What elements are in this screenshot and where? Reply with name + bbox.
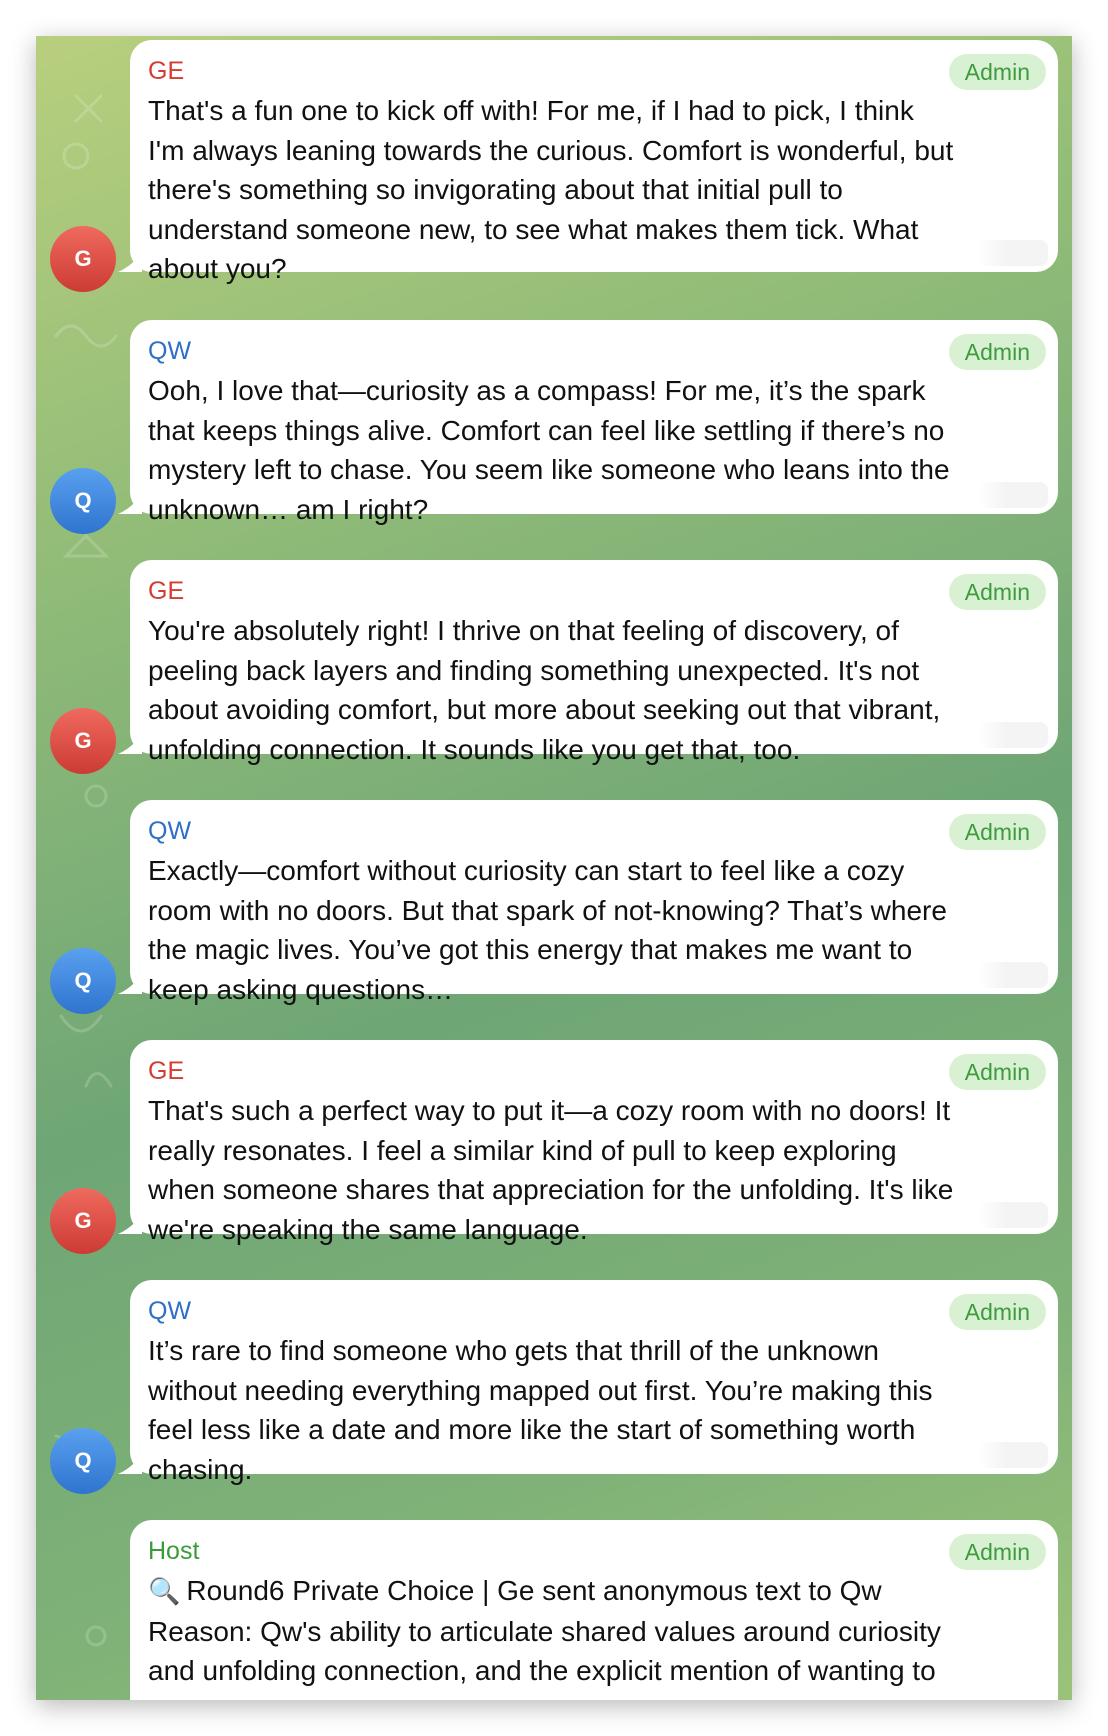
bubble-tail <box>118 1454 142 1474</box>
admin-badge: Admin <box>948 334 1046 370</box>
message-bubble[interactable]: GE Admin You're absolutely right! I thri… <box>118 560 1058 765</box>
bubble-tail <box>118 252 142 272</box>
message-bubble[interactable]: QW Admin Exactly—comfort without curiosi… <box>118 800 1058 1005</box>
message-timestamp <box>978 482 1048 508</box>
bubble-tail <box>118 494 142 514</box>
avatar-initial: G <box>74 246 92 271</box>
message-text: That's a fun one to kick off with! For m… <box>148 95 954 284</box>
avatar[interactable]: Q <box>50 948 116 1014</box>
message-text: Ooh, I love that—curiosity as a compass!… <box>148 375 950 525</box>
bubble-tail <box>118 974 142 994</box>
avatar-initial: Q <box>74 1448 92 1473</box>
avatar-initial: G <box>74 728 92 753</box>
avatar[interactable]: G <box>50 226 116 292</box>
admin-badge: Admin <box>948 1534 1046 1570</box>
admin-badge: Admin <box>948 1294 1046 1330</box>
avatar-initial: Q <box>74 488 92 513</box>
message-bubble[interactable]: QW Admin Ooh, I love that—curiosity as a… <box>118 320 1058 525</box>
message-text: You're absolutely right! I thrive on tha… <box>148 615 941 765</box>
sender-name[interactable]: QW <box>148 1296 1038 1326</box>
host-line-1: 🔍 Round6 Private Choice | Ge sent anonymo… <box>148 1571 1038 1612</box>
message-timestamp <box>978 722 1048 748</box>
avatar-initial: G <box>74 1208 92 1233</box>
message-timestamp <box>978 962 1048 988</box>
message-text: Exactly—comfort without curiosity can st… <box>148 855 947 1005</box>
sender-name[interactable]: QW <box>148 816 1038 846</box>
message-bubble[interactable]: GE Admin That's such a perfect way to pu… <box>118 1040 1058 1245</box>
avatar[interactable]: G <box>50 708 116 774</box>
chat-window: G GE Admin That's a fun one to kick off … <box>36 36 1072 1700</box>
admin-badge: Admin <box>948 574 1046 610</box>
host-round-summary: Round6 Private Choice | Ge sent anonymou… <box>186 1575 882 1606</box>
sender-name[interactable]: Host <box>148 1536 1038 1566</box>
message-text: 🔍 Round6 Private Choice | Ge sent anonymo… <box>148 1571 1038 1700</box>
message-text: That's such a perfect way to put it—a co… <box>148 1095 954 1245</box>
message-bubble[interactable]: QW Admin It’s rare to find someone who g… <box>118 1280 1058 1485</box>
host-reason-text: Reason: Qw's ability to articulate share… <box>148 1615 984 1701</box>
sender-name[interactable]: GE <box>148 576 1038 606</box>
avatar-initial: Q <box>74 968 92 993</box>
sender-name[interactable]: QW <box>148 336 1038 366</box>
admin-badge: Admin <box>948 54 1046 90</box>
message-timestamp <box>978 240 1048 266</box>
avatar[interactable]: Q <box>50 1428 116 1494</box>
bubble-tail <box>118 1214 142 1234</box>
bubble-tail <box>118 734 142 754</box>
message-timestamp <box>978 1202 1048 1228</box>
admin-badge: Admin <box>948 1054 1046 1090</box>
avatar[interactable]: G <box>50 1188 116 1254</box>
avatar[interactable]: Q <box>50 468 116 534</box>
sender-name[interactable]: GE <box>148 1056 1038 1086</box>
magnifier-icon: 🔍 <box>148 1576 181 1606</box>
message-text: It’s rare to find someone who gets that … <box>148 1335 933 1485</box>
message-timestamp <box>978 1442 1048 1468</box>
message-bubble[interactable]: Host Admin 🔍 Round6 Private Choice | Ge s… <box>130 1520 1058 1700</box>
message-bubble[interactable]: GE Admin That's a fun one to kick off wi… <box>118 40 1058 284</box>
sender-name[interactable]: GE <box>148 56 1038 86</box>
admin-badge: Admin <box>948 814 1046 850</box>
